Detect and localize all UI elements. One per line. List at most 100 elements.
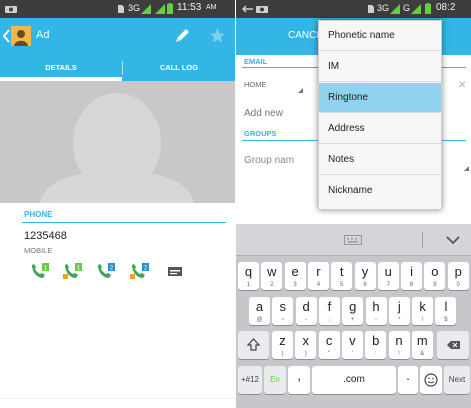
key-b-label: b (372, 333, 380, 348)
key-c-label: c (325, 333, 333, 348)
key-r[interactable]: r4 (307, 262, 329, 290)
section-divider (22, 222, 226, 223)
comma-key[interactable]: , (288, 366, 310, 394)
key-p-secondary: 0 (456, 282, 460, 288)
menu-item-notes[interactable]: Notes (319, 145, 441, 175)
key-i-label: i (410, 264, 414, 279)
key-q-label: q (244, 264, 253, 279)
key-j-secondary: * (398, 317, 401, 323)
next-key[interactable]: Next (444, 366, 470, 394)
key-d[interactable]: d- (295, 297, 317, 325)
add-new-field[interactable]: Add new (244, 108, 283, 119)
signal-icon-2 (155, 4, 165, 14)
call-sim1-icon[interactable]: 1 (30, 262, 50, 280)
backspace-icon (447, 341, 460, 349)
key-y[interactable]: y6 (354, 262, 376, 290)
menu-item-phonetic-name[interactable]: Phonetic name (319, 21, 441, 51)
status-bar: 3G 11:53 AM (0, 0, 235, 18)
key-z[interactable]: z( (272, 331, 293, 359)
key-s-label: s (279, 299, 287, 314)
symbols-key-label: +#12 (240, 375, 260, 384)
shift-key[interactable] (238, 331, 269, 359)
tab-call-log[interactable]: CALL LOG (123, 55, 235, 81)
usb-icon (242, 5, 253, 13)
contact-photo[interactable] (0, 81, 235, 203)
key-f[interactable]: f; (318, 297, 340, 325)
period-key[interactable]: . (398, 366, 418, 394)
key-v[interactable]: v ' (341, 331, 363, 359)
contact-details-screen: 3G 11:53 AM Ad DETAILS CALL LOG PHONE 12… (0, 0, 235, 408)
period-key-label: . (406, 368, 410, 383)
key-a[interactable]: a @ (249, 297, 270, 325)
edit-icon[interactable] (174, 28, 190, 44)
key-k[interactable]: k / (412, 297, 434, 325)
tab-bar: DETAILS CALL LOG (0, 55, 235, 81)
key-e[interactable]: e3 (284, 262, 306, 290)
key-j[interactable]: j * (388, 297, 410, 325)
contact-name: Ad (36, 29, 50, 41)
key-n[interactable]: n! (388, 331, 410, 359)
key-e-label: e (291, 264, 299, 279)
key-h[interactable]: h- (365, 297, 387, 325)
key-u-secondary: 7 (386, 282, 390, 288)
sms-icon[interactable] (166, 262, 186, 280)
key-y-label: y (361, 264, 369, 279)
key-h-label: h (372, 299, 380, 314)
star-icon[interactable] (209, 27, 226, 44)
keyboard-icon[interactable] (344, 235, 362, 245)
key-v-secondary: ' (351, 351, 353, 357)
message-sim2-icon[interactable]: 2 (130, 262, 150, 280)
key-t[interactable]: t5 (331, 262, 353, 290)
menu-item-ringtone[interactable]: Ringtone (319, 83, 441, 113)
key-p[interactable]: p0 (447, 262, 469, 290)
key-n-secondary: ! (398, 351, 400, 357)
key-c[interactable]: c " (318, 331, 340, 359)
dotcom-key[interactable]: .com (312, 366, 396, 394)
message-sim1-icon[interactable]: 1 (63, 262, 83, 280)
backspace-key[interactable] (437, 331, 469, 359)
key-o[interactable]: o9 (424, 262, 446, 290)
language-key[interactable]: En (264, 366, 286, 394)
key-w[interactable]: w2 (261, 262, 283, 290)
notification-icon (256, 6, 268, 13)
call-sim2-icon[interactable]: 2 (96, 262, 116, 280)
language-key-label: En (270, 375, 280, 384)
key-p-label: p (454, 264, 462, 279)
hide-keyboard-chevron-icon[interactable] (446, 235, 460, 245)
bottom-bar (0, 398, 235, 408)
key-d-secondary: - (305, 317, 308, 323)
toolbar-divider (422, 232, 423, 248)
menu-item-address[interactable]: Address (319, 114, 441, 144)
symbols-key[interactable]: +#12 (238, 366, 262, 394)
signal-icon (141, 4, 151, 14)
key-x[interactable]: x) (295, 331, 317, 359)
key-g[interactable]: g + (342, 297, 364, 325)
key-d-label: d (302, 299, 310, 314)
key-l[interactable]: l $ (435, 297, 457, 325)
group-name-spinner[interactable]: Group nam (244, 155, 294, 166)
battery-icon (167, 3, 173, 14)
back-chevron-icon[interactable] (2, 29, 10, 43)
key-i[interactable]: i8 (401, 262, 423, 290)
key-s[interactable]: s ~ (272, 297, 294, 325)
key-m[interactable]: m & (411, 331, 433, 359)
notification-icon (5, 6, 17, 13)
clock: 08:2 (436, 2, 456, 13)
menu-item-im[interactable]: IM (319, 52, 441, 82)
groups-section-header: GROUPS (244, 129, 277, 138)
emoji-key[interactable] (420, 366, 442, 394)
key-g-label: g (349, 299, 357, 314)
key-u[interactable]: u7 (377, 262, 399, 290)
contact-avatar-icon (11, 26, 31, 46)
menu-item-nickname[interactable]: Nickname (319, 176, 441, 206)
key-q[interactable]: q1 (238, 262, 259, 290)
remove-field-icon[interactable]: × (458, 76, 466, 92)
dotcom-key-label: .com (343, 374, 365, 385)
phone-number[interactable]: 1235468 (24, 230, 67, 242)
network-type: 3G (377, 3, 390, 13)
key-w-secondary: 2 (270, 282, 274, 288)
edit-contact-screen: 3G G 08:2 CANCE EMAIL HOME × Add new GRO… (236, 0, 471, 408)
key-b[interactable]: b: (365, 331, 387, 359)
email-type-spinner[interactable]: HOME (244, 80, 267, 89)
status-bar: 3G G 08:2 (236, 0, 471, 18)
